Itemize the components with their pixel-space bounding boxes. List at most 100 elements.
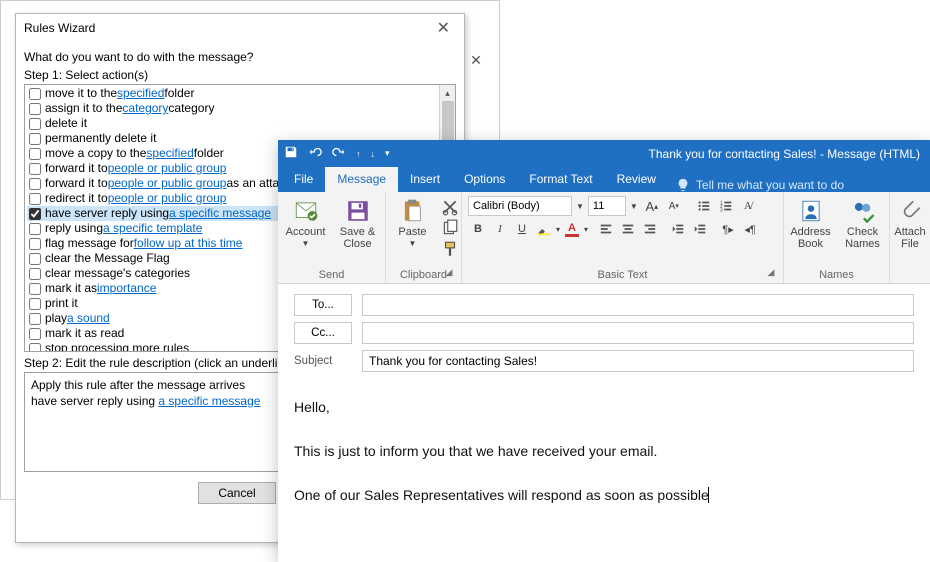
undo-icon[interactable] (308, 145, 322, 162)
action-item[interactable]: delete it (27, 116, 455, 131)
action-link[interactable]: a specific message (169, 206, 271, 221)
underline-icon[interactable]: U (512, 219, 532, 239)
font-color-dropdown-icon[interactable]: ▾ (584, 225, 588, 234)
action-checkbox[interactable] (29, 253, 41, 265)
action-checkbox[interactable] (29, 103, 41, 115)
specific-message-link[interactable]: a specific message (158, 394, 260, 408)
action-text: move a copy to the (45, 146, 146, 161)
action-link[interactable]: people or public group (108, 191, 227, 206)
action-checkbox[interactable] (29, 343, 41, 353)
tell-me-search[interactable]: Tell me what you want to do (676, 178, 844, 192)
address-book-button[interactable]: Address Book (787, 196, 835, 252)
tab-message[interactable]: Message (325, 167, 398, 192)
action-checkbox[interactable] (29, 223, 41, 235)
clear-formatting-icon[interactable]: A̸ (738, 196, 758, 216)
action-text: mark it as (45, 281, 97, 296)
paste-button[interactable]: Paste ▼ (389, 196, 437, 252)
rtl-icon[interactable]: ◂¶ (740, 219, 760, 239)
action-checkbox[interactable] (29, 148, 41, 160)
action-checkbox[interactable] (29, 208, 41, 220)
dialog-launcher-icon[interactable]: ◢ (765, 267, 777, 279)
action-checkbox[interactable] (29, 268, 41, 280)
action-item[interactable]: move it to the specified folder (27, 86, 455, 101)
format-painter-icon[interactable] (441, 240, 459, 258)
tab-options[interactable]: Options (452, 167, 517, 192)
grow-font-icon[interactable]: A▴ (642, 196, 662, 216)
cc-input[interactable] (362, 322, 914, 344)
highlight-icon[interactable] (534, 219, 554, 239)
numbering-icon[interactable]: 123 (716, 196, 736, 216)
font-dropdown-icon[interactable]: ▼ (574, 202, 586, 211)
action-checkbox[interactable] (29, 193, 41, 205)
redo-icon[interactable] (332, 145, 346, 162)
action-checkbox[interactable] (29, 178, 41, 190)
copy-icon[interactable] (441, 219, 459, 237)
action-link[interactable]: importance (97, 281, 156, 296)
tab-review[interactable]: Review (605, 167, 668, 192)
bold-icon[interactable]: B (468, 219, 488, 239)
svg-text:3: 3 (720, 207, 723, 213)
cut-icon[interactable] (441, 198, 459, 216)
action-text: folder (164, 86, 194, 101)
window-title: Thank you for contacting Sales! - Messag… (390, 147, 924, 161)
tab-format-text[interactable]: Format Text (517, 167, 604, 192)
to-input[interactable] (362, 294, 914, 316)
action-checkbox[interactable] (29, 133, 41, 145)
decrease-indent-icon[interactable] (668, 219, 688, 239)
font-size-select[interactable] (588, 196, 626, 216)
check-names-button[interactable]: Check Names (839, 196, 887, 252)
group-label-names: Names (819, 269, 854, 281)
size-dropdown-icon[interactable]: ▼ (628, 202, 640, 211)
tab-file[interactable]: File (282, 167, 325, 192)
action-link[interactable]: specified (146, 146, 193, 161)
action-checkbox[interactable] (29, 88, 41, 100)
action-link[interactable]: follow up at this time (134, 236, 243, 251)
action-checkbox[interactable] (29, 283, 41, 295)
cancel-button[interactable]: Cancel (198, 482, 276, 504)
action-link[interactable]: a specific template (103, 221, 202, 236)
message-body[interactable]: Hello, This is just to inform you that w… (278, 388, 930, 514)
increase-indent-icon[interactable] (690, 219, 710, 239)
action-item[interactable]: assign it to the category category (27, 101, 455, 116)
group-label-basictext: Basic Text (598, 269, 648, 281)
ltr-icon[interactable]: ¶▸ (718, 219, 738, 239)
align-right-icon[interactable] (640, 219, 660, 239)
font-name-select[interactable] (468, 196, 572, 216)
align-center-icon[interactable] (618, 219, 638, 239)
action-checkbox[interactable] (29, 298, 41, 310)
scroll-up-icon[interactable]: ▴ (440, 85, 455, 101)
action-text: assign it to the (45, 101, 122, 116)
highlight-dropdown-icon[interactable]: ▾ (556, 225, 560, 234)
action-link[interactable]: people or public group (108, 176, 227, 191)
attach-file-button[interactable]: Attach File (890, 196, 930, 252)
cc-button[interactable]: Cc... (294, 322, 352, 344)
to-button[interactable]: To... (294, 294, 352, 316)
italic-icon[interactable]: I (490, 219, 510, 239)
close-icon[interactable]: ✕ (431, 18, 456, 38)
bullets-icon[interactable] (694, 196, 714, 216)
group-label-send: Send (319, 269, 345, 281)
save-close-button[interactable]: Save & Close (334, 196, 382, 252)
account-button[interactable]: Account ▼ (282, 196, 330, 252)
action-link[interactable]: people or public group (108, 161, 227, 176)
tab-insert[interactable]: Insert (398, 167, 452, 192)
action-checkbox[interactable] (29, 163, 41, 175)
subject-input[interactable] (362, 350, 914, 372)
address-book-label: Address Book (790, 226, 830, 250)
account-dropdown-icon: ▼ (302, 238, 310, 250)
action-link[interactable]: a sound (67, 311, 110, 326)
align-left-icon[interactable] (596, 219, 616, 239)
qat-down-icon[interactable]: ↓ (371, 149, 376, 159)
action-text: play (45, 311, 67, 326)
shrink-font-icon[interactable]: A▾ (664, 196, 684, 216)
action-checkbox[interactable] (29, 118, 41, 130)
action-checkbox[interactable] (29, 328, 41, 340)
action-checkbox[interactable] (29, 313, 41, 325)
dialog-launcher-icon[interactable]: ◢ (443, 267, 455, 279)
font-color-icon[interactable]: A (562, 219, 582, 239)
qat-up-icon[interactable]: ↑ (356, 149, 361, 159)
action-link[interactable]: specified (117, 86, 164, 101)
action-checkbox[interactable] (29, 238, 41, 250)
save-icon[interactable] (284, 145, 298, 162)
action-link[interactable]: category (122, 101, 168, 116)
